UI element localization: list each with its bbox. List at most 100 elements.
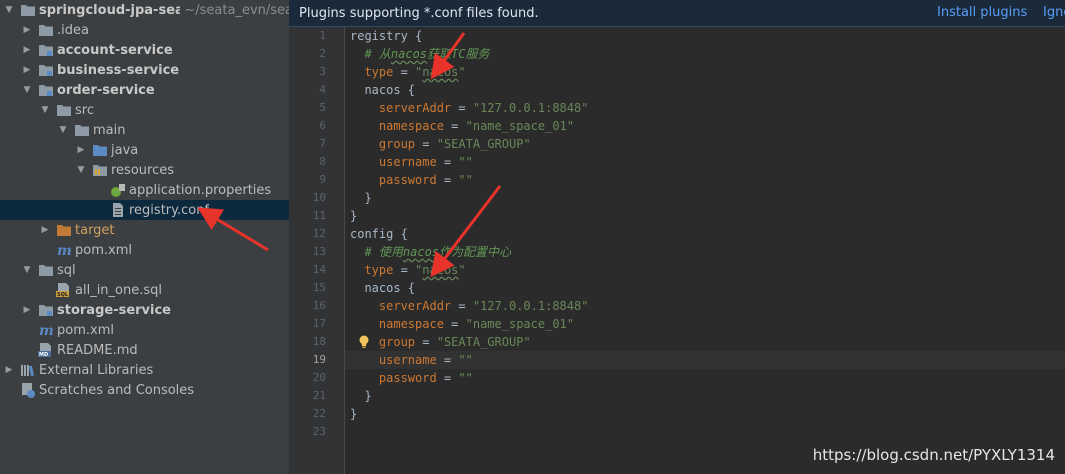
- expand-arrow-right-icon[interactable]: ▶: [22, 40, 32, 60]
- tree-item[interactable]: ▼ main: [0, 120, 289, 140]
- code-token: ": [458, 263, 466, 277]
- expand-arrow-right-icon[interactable]: ▶: [22, 300, 32, 320]
- tree-item[interactable]: MD README.md: [0, 340, 289, 360]
- code-line[interactable]: username = "": [350, 153, 473, 171]
- tree-item-label: springcloud-jpa-seata: [39, 2, 181, 18]
- tree-item[interactable]: ▶ storage-service: [0, 300, 289, 320]
- code-line[interactable]: }: [350, 405, 357, 423]
- code-token: "SEATA_GROUP": [436, 335, 531, 349]
- code-line[interactable]: nacos {: [350, 279, 415, 297]
- code-token: username: [378, 353, 437, 367]
- code-token: =: [436, 371, 459, 385]
- tree-item[interactable]: m pom.xml: [0, 320, 289, 340]
- code-line[interactable]: namespace = "name_space_01": [350, 117, 574, 135]
- code-token: }: [350, 209, 358, 223]
- line-number-gutter: 1 2 3 4 5 6 7 8 9 10 11 12 13 14 15 16 17 18 19 20 21 22 23: [289, 27, 345, 474]
- code-token: =: [451, 299, 473, 313]
- expand-arrow-down-icon[interactable]: ▼: [4, 0, 14, 20]
- code-token: =: [436, 173, 459, 187]
- tree-item-label: business-service: [57, 62, 180, 78]
- lightbulb-icon[interactable]: [358, 335, 370, 349]
- expand-arrow-right-icon[interactable]: ▶: [22, 20, 32, 40]
- folder-icon: [38, 22, 54, 38]
- line-number: 20: [312, 371, 326, 384]
- install-plugins-link[interactable]: Install plugins: [937, 5, 1027, 20]
- code-token: type: [364, 263, 394, 277]
- tree-item[interactable]: m pom.xml: [0, 240, 289, 260]
- tree-item[interactable]: ▼ sql: [0, 260, 289, 280]
- code-line[interactable]: password = "": [350, 369, 473, 387]
- code-token: }: [350, 191, 372, 205]
- code-line[interactable]: # 使用nacos作为配置中心: [350, 243, 511, 261]
- expand-arrow-right-icon[interactable]: ▶: [4, 360, 14, 380]
- expand-arrow-right-icon[interactable]: ▶: [22, 60, 32, 80]
- tree-item[interactable]: ▶ account-service: [0, 40, 289, 60]
- line-number: 16: [312, 299, 326, 312]
- code-line[interactable]: config {: [350, 225, 408, 243]
- code-line[interactable]: type = "nacos": [350, 261, 466, 279]
- expand-arrow-down-icon[interactable]: ▼: [40, 100, 50, 120]
- code-line[interactable]: serverAddr = "127.0.0.1:8848": [350, 297, 589, 315]
- code-token: config {: [350, 227, 408, 241]
- tree-item[interactable]: ▶ business-service: [0, 60, 289, 80]
- tree-item[interactable]: ▼ springcloud-jpa-seata~/seata_evn/sea: [0, 0, 289, 20]
- code-token: password: [378, 173, 437, 187]
- expand-arrow-down-icon[interactable]: ▼: [22, 80, 32, 100]
- tree-item[interactable]: SQL all_in_one.sql: [0, 280, 289, 300]
- excluded-folder-icon: [56, 222, 72, 238]
- tree-item[interactable]: registry.conf: [0, 200, 289, 220]
- plugin-banner-message: Plugins supporting *.conf files found.: [299, 5, 539, 21]
- tree-item[interactable]: application.properties: [0, 180, 289, 200]
- tree-item[interactable]: ▼ src: [0, 100, 289, 120]
- tree-item-label: pom.xml: [75, 242, 132, 258]
- expand-arrow-right-icon[interactable]: ▶: [40, 220, 50, 240]
- tree-item[interactable]: ▼ resources: [0, 160, 289, 180]
- expand-arrow-down-icon[interactable]: ▼: [22, 260, 32, 280]
- tree-item-label: account-service: [57, 42, 173, 58]
- expand-arrow-down-icon[interactable]: ▼: [76, 160, 86, 180]
- line-number: 18: [312, 335, 326, 348]
- code-line[interactable]: type = "nacos": [350, 63, 465, 81]
- tree-item-label: sql: [57, 262, 76, 278]
- tree-item[interactable]: ▶ target: [0, 220, 289, 240]
- ignore-link[interactable]: Igno: [1043, 5, 1065, 20]
- expand-arrow-down-icon[interactable]: ▼: [58, 120, 68, 140]
- code-line[interactable]: # 从nacos获取TC服务: [350, 45, 489, 63]
- code-line[interactable]: group = "SEATA_GROUP": [350, 333, 531, 351]
- code-line[interactable]: }: [350, 189, 372, 207]
- code-line[interactable]: serverAddr = "127.0.0.1:8848": [350, 99, 589, 117]
- svg-text:m: m: [57, 243, 72, 258]
- code-line[interactable]: registry {: [350, 27, 422, 45]
- expand-arrow-right-icon[interactable]: ▶: [76, 140, 86, 160]
- code-line[interactable]: nacos {: [350, 81, 415, 99]
- tree-item[interactable]: ▶ java: [0, 140, 289, 160]
- tree-item[interactable]: Scratches and Consoles: [0, 380, 289, 400]
- code-token: =: [436, 353, 459, 367]
- code-line[interactable]: username = "": [350, 351, 473, 369]
- code-line[interactable]: group = "SEATA_GROUP": [350, 135, 531, 153]
- tree-item-label: Scratches and Consoles: [39, 382, 195, 398]
- project-tree: ▼ springcloud-jpa-seata~/seata_evn/sea ▶ .i…: [0, 0, 289, 474]
- code-line[interactable]: }: [350, 387, 371, 405]
- code-line[interactable]: }: [350, 207, 357, 225]
- code-token: }: [350, 407, 358, 421]
- tree-item[interactable]: ▼ order-service: [0, 80, 289, 100]
- tree-item[interactable]: ▶ External Libraries: [0, 360, 289, 380]
- line-number: 5: [319, 101, 326, 114]
- code-token: "": [458, 155, 473, 169]
- code-token: nacos: [422, 65, 459, 79]
- text-file-icon: [110, 202, 126, 218]
- line-number: 4: [319, 83, 326, 96]
- code-token: "127.0.0.1:8848": [472, 299, 589, 313]
- code-line[interactable]: password = "": [350, 171, 473, 189]
- tree-item[interactable]: ▶ .idea: [0, 20, 289, 40]
- code-line[interactable]: namespace = "name_space_01": [350, 315, 574, 333]
